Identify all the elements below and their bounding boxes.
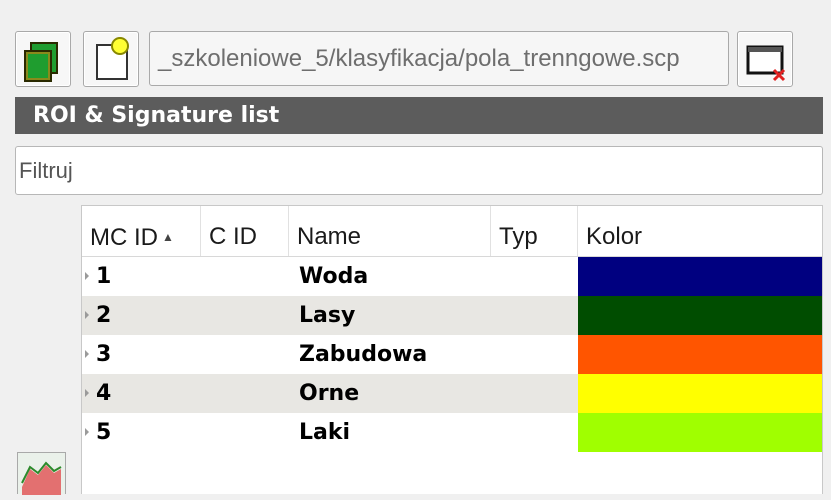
expand-row-icon[interactable] <box>85 350 89 358</box>
column-header-typ[interactable]: Typ <box>491 206 578 256</box>
cell-name: Zabudowa <box>299 342 428 367</box>
column-header-c-id[interactable]: C ID <box>201 206 289 256</box>
signature-plot-button[interactable] <box>17 452 66 495</box>
table-row[interactable]: 3 Zabudowa <box>82 335 822 374</box>
open-file-button[interactable] <box>83 31 139 87</box>
cell-name: Orne <box>299 381 360 406</box>
cell-mc-id: 1 <box>96 264 112 289</box>
file-path-field[interactable]: _szkoleniowe_5/klasyfikacja/pola_trenngo… <box>149 31 729 86</box>
color-swatch[interactable] <box>578 413 822 452</box>
roi-signature-list-header: ROI & Signature list <box>15 97 823 134</box>
open-file-icon <box>96 37 129 80</box>
cell-name: Woda <box>299 264 369 289</box>
close-file-icon <box>746 45 786 82</box>
filter-input[interactable]: Filtruj <box>15 146 823 195</box>
column-header-mc-id[interactable]: MC ID ▲ <box>82 206 201 256</box>
expand-row-icon[interactable] <box>85 389 89 397</box>
color-swatch[interactable] <box>578 257 822 296</box>
cell-mc-id: 5 <box>96 420 112 445</box>
table-header: MC ID ▲ C ID Name Typ Kolor <box>82 206 822 257</box>
signature-plot-icon <box>21 461 62 495</box>
cell-mc-id: 3 <box>96 342 112 367</box>
cell-name: Lasy <box>299 303 356 328</box>
color-swatch[interactable] <box>578 335 822 374</box>
cell-name: Laki <box>299 420 351 445</box>
new-file-icon <box>24 42 58 82</box>
expand-row-icon[interactable] <box>85 311 89 319</box>
sort-ascending-icon: ▲ <box>162 230 174 244</box>
expand-row-icon[interactable] <box>85 272 89 280</box>
color-swatch[interactable] <box>578 374 822 413</box>
table-row[interactable]: 5 Laki <box>82 413 822 452</box>
column-header-name[interactable]: Name <box>289 206 491 256</box>
column-header-kolor[interactable]: Kolor <box>578 206 822 256</box>
close-file-button[interactable] <box>737 31 793 87</box>
table-row[interactable]: 1 Woda <box>82 257 822 296</box>
signature-table[interactable]: MC ID ▲ C ID Name Typ Kolor 1 Woda 2 Lasy 3 Za… <box>81 205 823 494</box>
table-row[interactable]: 4 Orne <box>82 374 822 413</box>
cell-mc-id: 4 <box>96 381 112 406</box>
cell-mc-id: 2 <box>96 303 112 328</box>
expand-row-icon[interactable] <box>85 428 89 436</box>
table-row[interactable]: 2 Lasy <box>82 296 822 335</box>
color-swatch[interactable] <box>578 296 822 335</box>
new-file-button[interactable] <box>15 31 71 87</box>
